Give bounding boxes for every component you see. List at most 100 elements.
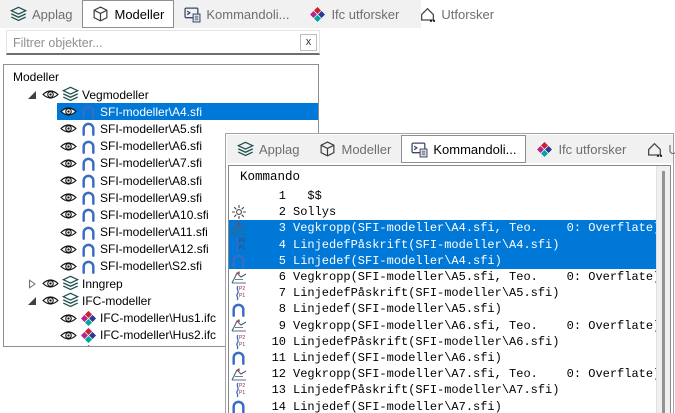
eye-icon[interactable]: [59, 158, 78, 169]
arc-icon: [78, 139, 98, 154]
arc-icon: [78, 225, 98, 240]
command-list-header: Kommando: [229, 166, 670, 187]
command-row[interactable]: 14Linjedef(SFI-modeller\A7.sfi): [229, 398, 657, 413]
eye-icon[interactable]: [59, 106, 78, 117]
arc-icon: [78, 121, 98, 136]
vegkropp-icon: [231, 221, 252, 236]
command-text: Linjedef(SFI-modeller\A7.sfi): [293, 400, 657, 413]
filter-input[interactable]: [11, 33, 285, 53]
linjedef-icon: [231, 399, 252, 413]
command-rows: 1 $$2Sollys3Vegkropp(SFI-modeller\A4.sfi…: [229, 187, 657, 413]
tree-item-label: SFI-modeller\S2.sfi: [100, 259, 202, 273]
eye-icon[interactable]: [59, 175, 78, 186]
eye-icon[interactable]: [59, 261, 78, 272]
filter-row: x: [6, 30, 320, 55]
expander-collapsed-icon[interactable]: [24, 279, 39, 289]
vegkropp-icon: [231, 318, 252, 333]
command-text: $$: [293, 189, 657, 203]
command-number: 2: [252, 205, 286, 219]
tree-row[interactable]: SFI-modeller\A4.sfi: [4, 103, 318, 120]
tab-applag[interactable]: Applag: [0, 0, 82, 28]
eye-icon[interactable]: [41, 295, 60, 306]
ifc-icon: [78, 327, 98, 344]
command-row[interactable]: 9Vegkropp(SFI-modeller\A6.sfi, Teo. 0: O…: [229, 318, 657, 334]
eye-icon[interactable]: [59, 192, 78, 203]
command-number: 1: [252, 189, 286, 203]
sun-icon: [231, 204, 252, 220]
command-row[interactable]: 5Linjedef(SFI-modeller\A4.sfi): [229, 253, 657, 269]
vertical-scrollbar[interactable]: [656, 166, 670, 413]
tree-item-label: SFI-modeller\A8.sfi: [100, 174, 202, 188]
eye-icon[interactable]: [59, 330, 78, 341]
tree-item-label: IFC-modeller: [82, 294, 151, 308]
ifc-icon: [78, 310, 98, 327]
eye-icon[interactable]: [59, 244, 78, 255]
command-text: Linjedef(SFI-modeller\A4.sfi): [293, 254, 657, 268]
tab-utforsker[interactable]: Utforsker: [636, 135, 675, 163]
tree-row[interactable]: Vegmodeller: [4, 86, 318, 103]
command-text: Sollys: [293, 205, 657, 219]
tree-item-label: Inngrep: [82, 277, 123, 291]
tab-kommandoli[interactable]: Kommandoli...: [174, 0, 299, 28]
command-number: 10: [252, 335, 286, 349]
command-number: 13: [252, 383, 286, 397]
tree-row-content[interactable]: Vegmodeller: [39, 86, 318, 103]
eye-icon[interactable]: [41, 278, 60, 289]
command-row[interactable]: P2P17LinjedefPåskrift(SFI-modeller\A5.sf…: [229, 285, 657, 301]
layers-icon: [60, 86, 80, 103]
expander-expanded-icon[interactable]: [24, 90, 39, 100]
layers-icon: [10, 6, 27, 23]
tree-item-label: IFC-modeller\Hus3.ifc: [100, 345, 216, 347]
command-row[interactable]: 8 Linjedef(SFI-modeller\A5.sfi): [229, 301, 657, 317]
tab-label: Modeller: [114, 7, 164, 22]
command-row[interactable]: P2P14LinjedefPåskrift(SFI-modeller\A4.sf…: [229, 237, 657, 253]
command-text: Vegkropp(SFI-modeller\A4.sfi, Teo. 0: Ov…: [293, 221, 657, 235]
eye-icon[interactable]: [59, 227, 78, 238]
command-row[interactable]: P2P113LinjedefPåskrift(SFI-modeller\A7.s…: [229, 382, 657, 398]
eye-icon[interactable]: [59, 141, 78, 152]
cube-icon: [319, 141, 336, 158]
paskrift-icon: P2P1: [231, 382, 252, 398]
command-number: 4: [252, 238, 286, 252]
tab-ifc-utforsker[interactable]: Ifc utforsker: [299, 0, 409, 28]
command-text: Linjedef(SFI-modeller\A5.sfi): [293, 302, 657, 316]
eye-icon[interactable]: [59, 123, 78, 134]
tab-label: Ifc utforsker: [331, 7, 399, 22]
paskrift-icon: P2P1: [231, 285, 252, 301]
expander-expanded-icon[interactable]: [24, 296, 39, 306]
tree-item-label: Vegmodeller: [82, 88, 149, 102]
tab-kommandoli[interactable]: Kommandoli...: [401, 135, 526, 163]
eye-icon[interactable]: [41, 89, 60, 100]
command-row[interactable]: 6Vegkropp(SFI-modeller\A5.sfi, Teo. 0: O…: [229, 269, 657, 285]
tab-ifc-utforsker[interactable]: Ifc utforsker: [526, 135, 636, 163]
clear-filter-button[interactable]: x: [300, 34, 317, 51]
command-row[interactable]: 3 Vegkropp(SFI-modeller\A4.sfi, Teo. 0: O…: [229, 220, 657, 236]
ifc-icon: [536, 141, 553, 158]
vegkropp-icon: [231, 367, 252, 382]
command-number: 3: [252, 221, 286, 235]
tree-row-content[interactable]: SFI-modeller\A4.sfi: [57, 103, 318, 120]
command-row[interactable]: 2 Sollys: [229, 204, 657, 220]
eye-icon[interactable]: [59, 313, 78, 324]
tab-label: Ifc utforsker: [558, 142, 626, 157]
tab-label: Applag: [259, 142, 299, 157]
eye-icon[interactable]: [59, 209, 78, 220]
scrollbar-thumb[interactable]: [662, 171, 665, 413]
command-row[interactable]: 11Linjedef(SFI-modeller\A6.sfi): [229, 350, 657, 366]
tab-applag[interactable]: Applag: [227, 135, 309, 163]
command-row[interactable]: 12Vegkropp(SFI-modeller\A7.sfi, Teo. 0: …: [229, 366, 657, 382]
tab-label: Utforsker: [441, 7, 494, 22]
tree-root-label: Modeller: [4, 68, 318, 86]
command-number: 8: [252, 302, 286, 316]
tree-item-label: SFI-modeller\A6.sfi: [100, 139, 202, 153]
ifc-icon: [78, 344, 98, 347]
linjedef-icon: [231, 350, 252, 365]
ifc-icon: [309, 6, 326, 23]
tab-modeller[interactable]: Modeller: [82, 0, 174, 28]
command-row[interactable]: P2P110LinjedefPåskrift(SFI-modeller\A6.s…: [229, 334, 657, 350]
svg-text:P1: P1: [239, 245, 245, 251]
layers-icon: [237, 141, 254, 158]
tab-utforsker[interactable]: Utforsker: [409, 0, 504, 28]
command-row[interactable]: 1 $$: [229, 188, 657, 204]
tab-modeller[interactable]: Modeller: [309, 135, 401, 163]
